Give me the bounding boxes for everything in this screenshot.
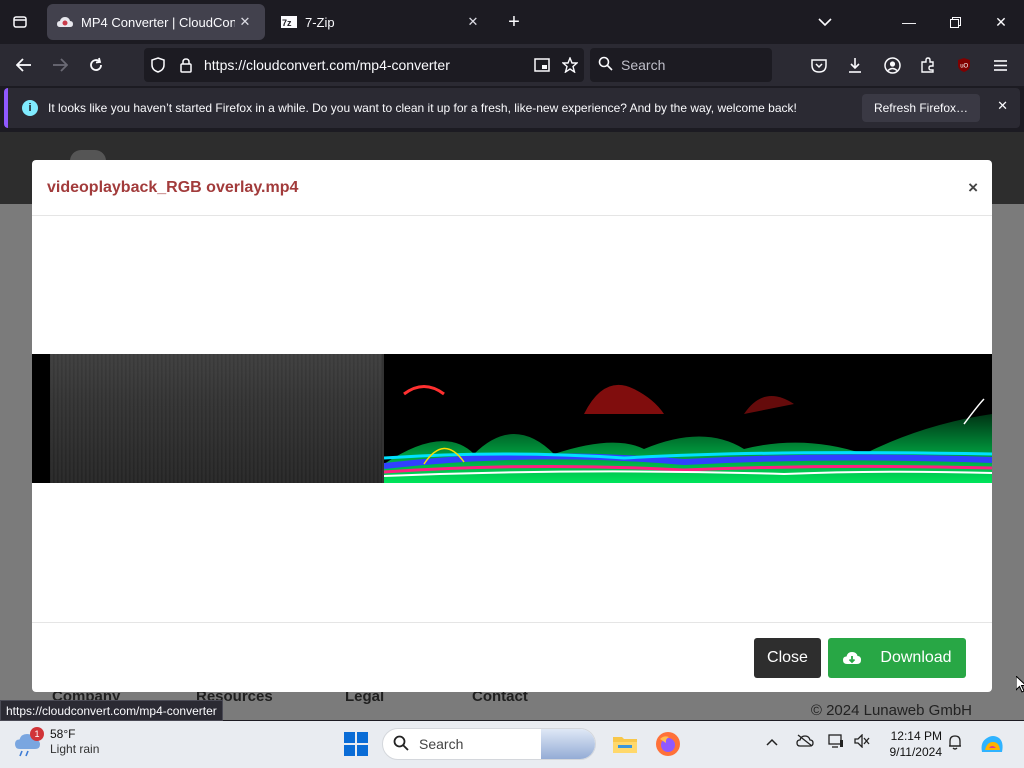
tab-cloudconvert[interactable]: MP4 Converter | CloudConvert ✕ [47,4,265,40]
file-explorer-icon[interactable] [610,729,640,759]
mouse-cursor-icon [1015,674,1024,697]
copyright-text: © 2024 Lunaweb GmbH [810,702,972,719]
system-clock[interactable]: 12:14 PM 9/11/2024 [880,728,943,760]
close-button[interactable]: Close [754,638,821,678]
modal-close-icon[interactable]: × [968,178,978,198]
address-bar[interactable]: https://cloudconvert.com/mp4-converter [144,48,584,82]
download-button[interactable]: Download [828,638,966,678]
volume-muted-icon[interactable] [854,733,870,751]
notification-bell-icon[interactable] [948,734,962,753]
download-label: Download [880,649,952,666]
video-frame-left [50,354,382,483]
weather-widget[interactable]: 1 58°F Light rain [14,727,99,757]
tab-title: MP4 Converter | CloudConvert [81,14,235,30]
cloud-download-icon [842,650,862,666]
tab-list-icon[interactable] [4,6,36,38]
tab-bar: MP4 Converter | CloudConvert ✕ 7z 7-Zip … [0,0,1024,44]
search-highlight-image [541,729,595,759]
info-icon: i [22,100,38,116]
windows-taskbar: 1 58°F Light rain Search 12:14 PM 9/11/2… [0,721,1024,768]
tab-title: 7-Zip [305,14,335,30]
video-frame-rgb-overlay [384,384,992,483]
video-preview-modal: videoplayback_RGB overlay.mp4 × Close Do… [32,160,992,692]
url-text[interactable]: https://cloudconvert.com/mp4-converter [200,57,528,73]
svg-text:7z: 7z [282,18,292,28]
network-display-icon[interactable] [828,734,844,751]
video-player[interactable] [32,354,992,483]
clock-date: 9/11/2024 [889,745,943,759]
forward-arrow-icon[interactable] [44,49,76,81]
account-icon[interactable] [876,49,908,81]
notification-message: It looks like you haven’t started Firefo… [48,101,797,115]
back-arrow-icon[interactable] [8,49,40,81]
taskbar-search-box[interactable]: Search [382,728,596,760]
weather-condition: Light rain [50,742,100,756]
weather-temperature: 58°F [50,727,76,741]
ublock-origin-icon[interactable]: uO [948,49,980,81]
modal-divider [32,622,992,623]
modal-title: videoplayback_RGB overlay.mp4 [47,179,299,196]
tab-close-icon[interactable]: ✕ [463,12,483,32]
refresh-firefox-notification: i It looks like you haven’t started Fire… [4,88,1020,128]
weather-alert-badge: 1 [30,727,44,741]
restore-window-icon[interactable] [932,0,978,44]
windows-start-icon[interactable] [344,732,368,759]
tab-close-icon[interactable]: ✕ [235,12,255,32]
lock-icon[interactable] [172,57,200,73]
show-hidden-icons-chevron-icon[interactable] [766,734,778,749]
link-status-url: https://cloudconvert.com/mp4-converter [0,700,223,721]
list-all-tabs-chevron-icon[interactable] [809,6,841,38]
search-icon [393,735,409,754]
app-menu-hamburger-icon[interactable] [984,49,1016,81]
downloads-icon[interactable] [839,49,871,81]
minimize-window-icon[interactable]: — [886,0,932,44]
picture-in-picture-icon[interactable] [528,58,556,72]
tab-7zip[interactable]: 7z 7-Zip ✕ [271,4,493,40]
modal-divider [32,215,992,216]
new-tab-icon[interactable]: + [498,6,530,38]
7zip-favicon-icon: 7z [281,14,297,30]
pocket-icon[interactable] [803,49,835,81]
reload-icon[interactable] [80,49,112,81]
notification-close-icon[interactable]: ✕ [997,98,1008,114]
cloudconvert-favicon-icon [57,14,73,30]
clock-time: 12:14 PM [890,729,942,743]
search-bar[interactable]: Search [590,48,772,82]
onedrive-offline-icon[interactable] [796,734,814,750]
close-window-icon[interactable]: ✕ [978,0,1024,44]
svg-text:uO: uO [960,64,968,70]
copilot-icon[interactable] [977,729,1007,759]
search-placeholder: Search [621,57,666,73]
firefox-taskbar-icon[interactable] [653,729,683,759]
search-icon [598,56,613,74]
navigation-toolbar: https://cloudconvert.com/mp4-converter S… [0,44,1024,86]
taskbar-search-placeholder: Search [419,736,464,752]
tracking-shield-icon[interactable] [144,57,172,73]
extensions-puzzle-icon[interactable] [912,49,944,81]
bookmark-star-icon[interactable] [556,57,584,73]
refresh-firefox-button[interactable]: Refresh Firefox… [861,94,980,122]
